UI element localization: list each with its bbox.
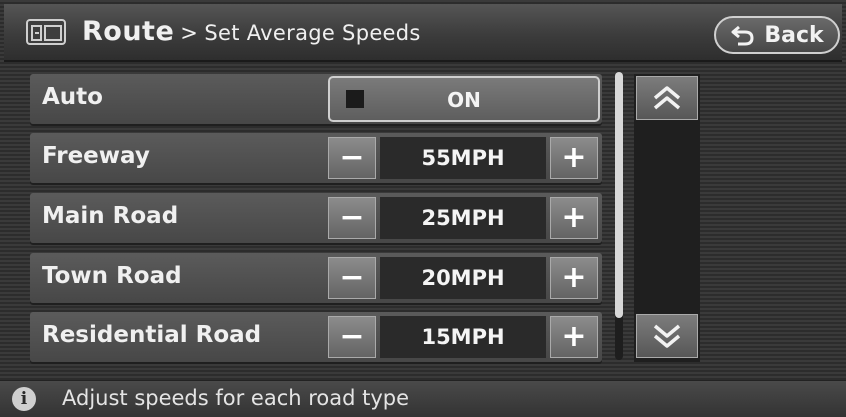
scrollbar[interactable] (615, 72, 623, 360)
double-chevron-up-icon (653, 86, 681, 110)
freeway-speed-stepper: − 55MPH + (328, 137, 600, 179)
scroll-up-button[interactable] (636, 76, 698, 120)
row-freeway: Freeway − 55MPH + (30, 133, 602, 183)
nav-screen: Route > Set Average Speeds Back Auto ON Fr… (0, 0, 846, 417)
header-bar: Route > Set Average Speeds Back (4, 4, 842, 62)
row-label-residential-road: Residential Road (42, 322, 262, 348)
status-message: Adjust speeds for each road type (62, 386, 410, 410)
scrollbar-thumb[interactable] (615, 72, 623, 318)
back-button[interactable]: Back (714, 16, 840, 54)
row-town-road: Town Road − 20MPH + (30, 253, 602, 303)
row-label-freeway: Freeway (42, 143, 150, 169)
main-road-speed-stepper: − 25MPH + (328, 197, 600, 239)
residential-road-increase-button[interactable]: + (550, 316, 598, 358)
row-main-road: Main Road − 25MPH + (30, 193, 602, 243)
main-road-increase-button[interactable]: + (550, 197, 598, 239)
back-arrow-icon (731, 25, 754, 46)
main-road-speed-value: 25MPH (380, 197, 546, 239)
residential-road-speed-stepper: − 15MPH + (328, 316, 600, 358)
back-button-label: Back (764, 22, 824, 48)
town-road-speed-value: 20MPH (380, 257, 546, 299)
scroll-down-button[interactable] (636, 314, 698, 358)
residential-road-speed-value: 15MPH (380, 316, 546, 358)
freeway-speed-value: 55MPH (380, 137, 546, 179)
row-residential-road: Residential Road − 15MPH + (30, 312, 602, 362)
row-auto: Auto ON (30, 74, 602, 124)
residential-road-decrease-button[interactable]: − (328, 316, 376, 358)
toggle-value: ON (447, 88, 481, 112)
freeway-decrease-button[interactable]: − (328, 137, 376, 179)
freeway-increase-button[interactable]: + (550, 137, 598, 179)
info-icon: i (12, 387, 36, 411)
page-title: Set Average Speeds (204, 21, 421, 45)
double-chevron-down-icon (653, 324, 681, 348)
row-label-town-road: Town Road (42, 263, 182, 289)
row-label-auto: Auto (42, 84, 103, 110)
main-road-decrease-button[interactable]: − (328, 197, 376, 239)
town-road-increase-button[interactable]: + (550, 257, 598, 299)
auto-toggle[interactable]: ON (328, 76, 600, 122)
breadcrumb: Route > Set Average Speeds (82, 16, 421, 47)
status-bar: i Adjust speeds for each road type (0, 380, 846, 417)
row-label-main-road: Main Road (42, 203, 179, 229)
breadcrumb-separator: > (180, 21, 199, 45)
route-settings-icon (26, 19, 66, 45)
town-road-decrease-button[interactable]: − (328, 257, 376, 299)
breadcrumb-section: Route (82, 16, 175, 47)
town-road-speed-stepper: − 20MPH + (328, 257, 600, 299)
